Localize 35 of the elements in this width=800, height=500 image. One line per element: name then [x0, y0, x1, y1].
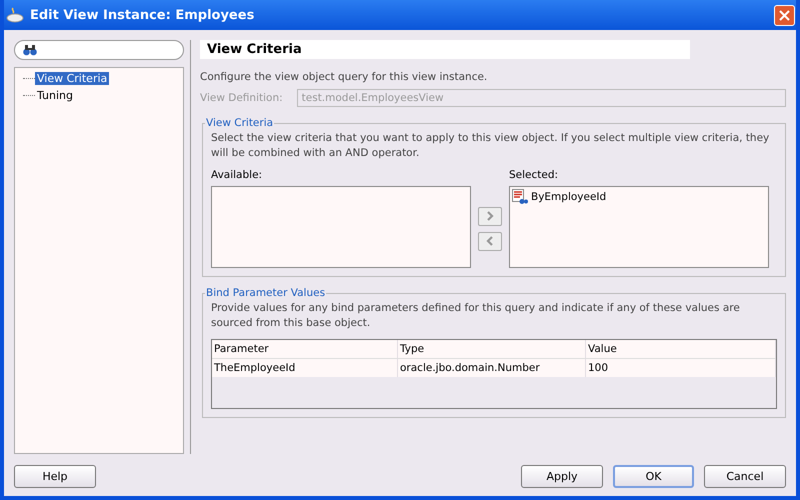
column-header: Value: [586, 340, 776, 358]
field-label: View Definition:: [200, 92, 283, 104]
chevron-right-icon: [485, 211, 495, 221]
close-button[interactable]: [774, 4, 795, 26]
cup-icon: [6, 7, 24, 23]
table-cell: TheEmployeeId: [212, 359, 398, 377]
dialog-button[interactable]: Help: [14, 465, 96, 488]
search-field[interactable]: [14, 40, 184, 60]
group-description: Provide values for any bind parameters defined for this query and indicate if any of these values are sourced from this base object.: [211, 301, 741, 331]
binoculars-icon: [23, 44, 37, 56]
page-heading: View Criteria: [200, 40, 690, 59]
tree-item[interactable]: View Criteria: [35, 72, 110, 85]
dialog-button[interactable]: OK: [613, 465, 694, 488]
list-box[interactable]: ByEmployeeId: [509, 186, 769, 268]
list-box[interactable]: [211, 186, 471, 268]
move-left-button[interactable]: [478, 232, 502, 250]
close-icon: [779, 10, 790, 20]
column-header: Parameter: [212, 340, 398, 358]
group-title: Bind Parameter Values: [205, 287, 326, 299]
group-title: View Criteria: [205, 117, 274, 129]
move-right-button[interactable]: [478, 206, 502, 226]
criteria-icon: [512, 189, 528, 205]
table-cell: 100: [586, 359, 776, 377]
page-description: Configure the view object query for this view instance.: [200, 71, 488, 83]
table-cell: oracle.jbo.domain.Number: [398, 359, 586, 377]
list-item[interactable]: ByEmployeeId: [512, 189, 766, 205]
list-label: Available:: [211, 169, 264, 181]
dialog-button[interactable]: Apply: [521, 465, 603, 488]
list-label: Selected:: [509, 169, 560, 181]
tree-item[interactable]: Tuning: [35, 89, 76, 102]
window-title: Edit View Instance: Employees: [30, 8, 254, 22]
group-description: Select the view criteria that you want to apply to this view object. If you select multiple view criteria, they will be combined with an AND operator.: [211, 131, 770, 161]
chevron-left-icon: [485, 236, 495, 246]
column-header: Type: [398, 340, 586, 358]
dialog-button[interactable]: Cancel: [704, 465, 786, 488]
